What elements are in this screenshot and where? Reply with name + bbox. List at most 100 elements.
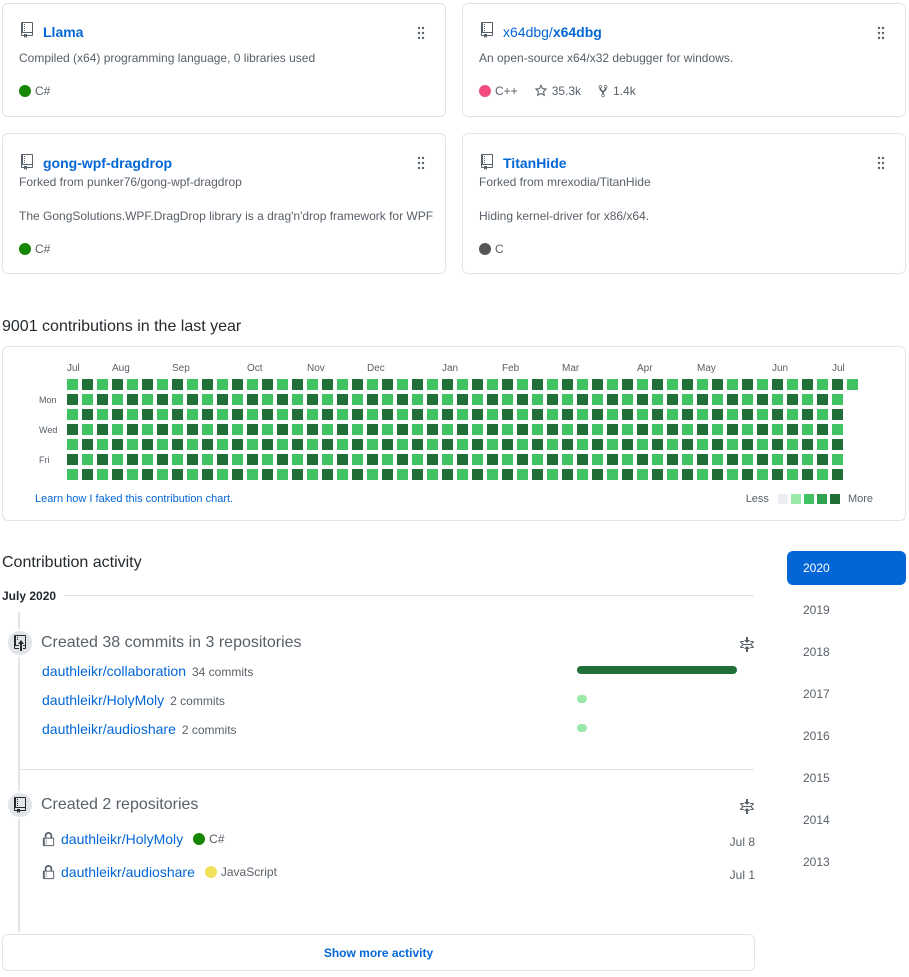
created-repo-link[interactable]: dauthleikr/HolyMoly <box>61 831 183 847</box>
fold-icon[interactable] <box>739 637 755 653</box>
contribution-day <box>142 454 153 465</box>
forked-from-link[interactable]: Forked from mrexodia/TitanHide <box>479 175 651 189</box>
pinned-repo-card: x64dbg/x64dbg An open-source x64/x32 deb… <box>462 3 906 117</box>
repo-link[interactable]: x64dbg/x64dbg <box>503 24 602 40</box>
repo-link[interactable]: gong-wpf-dragdrop <box>43 155 172 171</box>
contribution-day <box>772 379 783 390</box>
timeline-line <box>18 612 20 932</box>
contribution-day <box>82 394 93 405</box>
contribution-day <box>727 409 738 420</box>
fold-icon[interactable] <box>739 799 755 815</box>
commit-repo-row[interactable]: dauthleikr/HolyMoly 2 commits <box>42 692 225 708</box>
drag-handle-icon[interactable] <box>877 156 885 170</box>
year-link[interactable]: 2015 <box>787 761 906 795</box>
contribution-day <box>157 469 168 480</box>
contribution-day <box>142 379 153 390</box>
contribution-day <box>832 394 843 405</box>
repos-created-summary[interactable]: Created 2 repositories <box>41 796 198 814</box>
contribution-day <box>457 454 468 465</box>
contribution-day <box>247 379 258 390</box>
contribution-day <box>232 469 243 480</box>
commits-summary[interactable]: Created 38 commits in 3 repositories <box>41 634 302 652</box>
contribution-day <box>127 454 138 465</box>
contribution-day <box>622 409 633 420</box>
contribution-day <box>742 379 753 390</box>
contribution-day <box>337 469 348 480</box>
contribution-day <box>382 409 393 420</box>
month-label: Apr <box>637 363 653 374</box>
contribution-day <box>832 379 843 390</box>
contribution-day <box>352 469 363 480</box>
contribution-day <box>712 394 723 405</box>
repo-link[interactable]: Llama <box>43 24 83 40</box>
contribution-day <box>817 439 828 450</box>
contribution-day <box>382 439 393 450</box>
created-date: Jul 8 <box>729 835 755 849</box>
learn-link[interactable]: Learn how I faked this contribution char… <box>35 493 233 505</box>
month-label: Aug <box>112 363 130 374</box>
drag-handle-icon[interactable] <box>877 26 885 40</box>
commit-bar <box>577 666 737 674</box>
contribution-day <box>562 439 573 450</box>
contribution-day <box>697 454 708 465</box>
contribution-day <box>712 439 723 450</box>
created-repo-link[interactable]: dauthleikr/audioshare <box>61 864 195 880</box>
contribution-day <box>322 424 333 435</box>
contribution-day <box>757 454 768 465</box>
drag-handle-icon[interactable] <box>417 26 425 40</box>
contribution-day <box>817 454 828 465</box>
contribution-day <box>172 454 183 465</box>
contribution-day <box>352 379 363 390</box>
commit-repo-row[interactable]: dauthleikr/audioshare 2 commits <box>42 721 237 737</box>
contribution-day <box>847 379 858 390</box>
contribution-day <box>322 469 333 480</box>
contribution-day <box>817 469 828 480</box>
year-link[interactable]: 2013 <box>787 845 906 879</box>
pinned-repo-card: TitanHide Forked from mrexodia/TitanHide… <box>462 133 906 274</box>
contribution-day <box>337 379 348 390</box>
contribution-day <box>307 409 318 420</box>
commit-repo-row[interactable]: dauthleikr/collaboration 34 commits <box>42 663 253 679</box>
contribution-day <box>97 424 108 435</box>
stars-link[interactable]: 35.3k <box>534 84 581 98</box>
contribution-day <box>637 469 648 480</box>
legend-swatch <box>777 494 788 504</box>
year-link[interactable]: 2020 <box>787 551 906 585</box>
contribution-day <box>832 469 843 480</box>
contribution-day <box>697 439 708 450</box>
month-label: Feb <box>502 363 520 374</box>
show-more-button[interactable]: Show more activity <box>2 934 755 971</box>
forks-link[interactable]: 1.4k <box>597 84 636 98</box>
contribution-day <box>277 409 288 420</box>
month-label: Sep <box>172 363 190 374</box>
contribution-day <box>547 439 558 450</box>
contribution-day <box>757 394 768 405</box>
contribution-day <box>652 409 663 420</box>
year-link[interactable]: 2017 <box>787 677 906 711</box>
year-link[interactable]: 2019 <box>787 593 906 627</box>
forked-from-link[interactable]: Forked from punker76/gong-wpf-dragdrop <box>19 175 242 189</box>
contribution-day <box>337 439 348 450</box>
contribution-day <box>367 394 378 405</box>
contribution-day <box>487 454 498 465</box>
year-link[interactable]: 2014 <box>787 803 906 837</box>
contribution-day <box>562 469 573 480</box>
contribution-day <box>127 409 138 420</box>
repo-link[interactable]: TitanHide <box>503 155 567 171</box>
year-link[interactable]: 2016 <box>787 719 906 753</box>
contribution-day <box>352 439 363 450</box>
contribution-day <box>802 394 813 405</box>
contribution-day <box>292 379 303 390</box>
contribution-day <box>502 424 513 435</box>
year-link[interactable]: 2018 <box>787 635 906 669</box>
contribution-day <box>187 454 198 465</box>
contribution-day <box>307 469 318 480</box>
contribution-day <box>397 424 408 435</box>
contribution-legend: Less More <box>745 493 873 505</box>
contribution-day <box>277 424 288 435</box>
contribution-day <box>772 469 783 480</box>
contribution-day <box>202 469 213 480</box>
activity-month: July 2020 <box>2 589 65 603</box>
contribution-day <box>532 439 543 450</box>
drag-handle-icon[interactable] <box>417 156 425 170</box>
